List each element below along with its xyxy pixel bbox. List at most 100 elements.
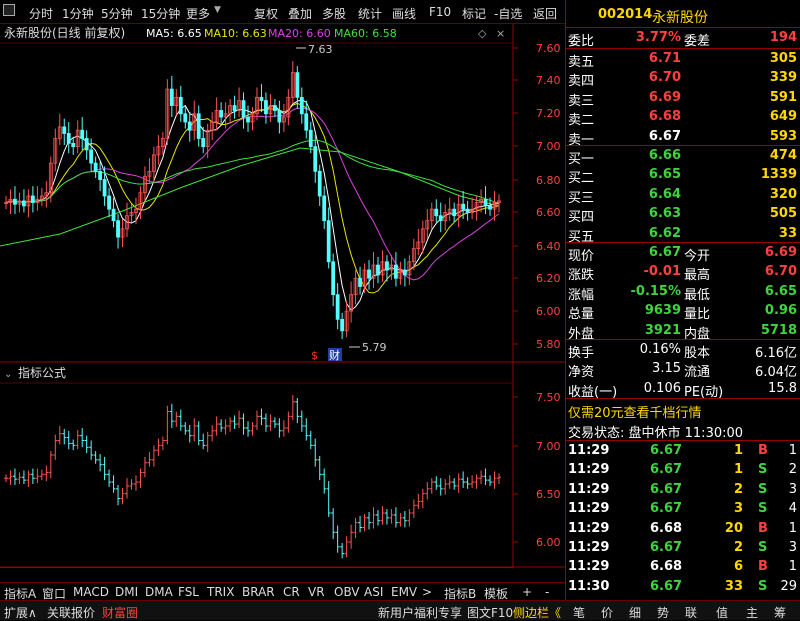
candle-body xyxy=(394,264,398,279)
candle-body xyxy=(169,88,174,106)
tab-dma[interactable]: DMA xyxy=(145,585,173,599)
tick-side: S xyxy=(758,540,768,555)
tick-time: 11:30 xyxy=(568,578,610,594)
toolbar-item[interactable]: 标记 xyxy=(462,5,486,22)
tab-emv[interactable]: EMV xyxy=(391,585,417,599)
tick-volume: 2 xyxy=(733,540,743,555)
tick-price: 6.67 xyxy=(650,578,683,594)
related-quote-button[interactable]: 关联报价 xyxy=(47,604,95,621)
event-marker-dollar[interactable]: $ xyxy=(311,349,318,362)
indicator-axis: 7.50 7.00 6.50 6.00 xyxy=(513,391,561,549)
tab-asi[interactable]: ASI xyxy=(364,585,383,599)
toolbar-item-more[interactable]: 更多 xyxy=(186,5,210,22)
low-marker: 5.79 xyxy=(362,341,387,354)
ask-price: 6.68 xyxy=(648,109,681,125)
promo-row[interactable]: 仅需20元查看千档行情 xyxy=(566,401,800,421)
diamond-icon[interactable]: ◇ xyxy=(478,27,487,40)
ma10-label: MA10: 6.63 xyxy=(204,27,267,40)
tick-time: 11:29 xyxy=(568,501,610,517)
toolbar-item[interactable]: 5分钟 xyxy=(101,5,133,22)
toolbar-item[interactable]: 复权 xyxy=(254,5,278,22)
trend-icon[interactable]: 势 xyxy=(657,604,669,621)
toolbar-item[interactable]: 分时 xyxy=(29,5,53,22)
tab-dmi[interactable]: DMI xyxy=(115,585,138,599)
candle-body xyxy=(241,100,246,118)
tab-macd[interactable]: MACD xyxy=(73,585,109,599)
event-marker-report[interactable]: 财 xyxy=(329,348,340,362)
stat-row: 涨跌 -0.01 最高 6.70 xyxy=(566,263,800,284)
tab-cr[interactable]: CR xyxy=(283,585,300,599)
tick-side: S xyxy=(758,501,768,517)
detail-icon[interactable]: 细 xyxy=(629,604,641,621)
weicha-value: 194 xyxy=(769,30,797,45)
close-icon[interactable]: × xyxy=(496,27,505,40)
tick-time: 11:29 xyxy=(568,520,610,536)
value-icon[interactable]: 值 xyxy=(716,604,728,621)
stat-value: 15.8 xyxy=(768,380,797,396)
toolbar-item[interactable]: 画线 xyxy=(392,5,416,22)
stock-code: 002014 xyxy=(598,7,653,22)
level2-promo[interactable]: 仅需20元查看千档行情 xyxy=(568,402,702,421)
ask-price: 6.69 xyxy=(648,89,681,105)
tab-obv[interactable]: OBV xyxy=(334,585,360,599)
expand-button[interactable]: 扩展∧ xyxy=(4,604,37,621)
candle-body xyxy=(385,261,389,271)
pen-icon[interactable]: 笔 xyxy=(573,604,585,621)
toolbar-item[interactable]: 1分钟 xyxy=(62,5,94,22)
stat-value: 5718 xyxy=(760,322,797,338)
promo-link[interactable]: 新用户福利专享 xyxy=(378,604,462,621)
quote-header: 002014 永新股份 xyxy=(566,6,800,26)
bid-volume: 320 xyxy=(769,186,797,202)
tab-vr[interactable]: VR xyxy=(308,585,325,599)
checkbox-icon[interactable] xyxy=(3,4,15,16)
trade-status: 交易状态: 盘中休市 11:30:00 xyxy=(568,426,744,441)
kline-chart[interactable]: 7.60 7.40 7.20 7.00 6.80 6.60 6.40 6.20 6.00 5.80… xyxy=(0,24,565,568)
toolbar-item[interactable]: F10 xyxy=(429,5,451,19)
stat-row: 外盘 3921 内盘 5718 xyxy=(566,322,800,342)
main-icon[interactable]: 主 xyxy=(746,604,758,621)
toolbar-item[interactable]: 返回 xyxy=(533,5,557,22)
toolbar-item[interactable]: 15分钟 xyxy=(141,5,180,22)
bid-label: 买三 xyxy=(568,190,595,206)
toolbar-item[interactable]: 叠加 xyxy=(288,5,312,22)
toolbar-item[interactable]: 多股 xyxy=(322,5,346,22)
tab-trix[interactable]: TRIX xyxy=(207,585,234,599)
more-arrow-icon[interactable]: ▼ xyxy=(214,5,221,15)
zoom-in-button[interactable]: + xyxy=(522,585,532,599)
toolbar-item[interactable]: 统计 xyxy=(358,5,382,22)
price-tick: 6.60 xyxy=(536,206,561,219)
ma10-line xyxy=(5,102,500,294)
link-icon[interactable]: 联 xyxy=(685,604,697,621)
price-tick: 7.20 xyxy=(536,107,561,120)
wealth-circle-button[interactable]: 财富圈 xyxy=(102,604,138,621)
sidebar-toggle[interactable]: 侧边栏《 xyxy=(513,604,561,621)
ask-row: 卖三 6.69 591 xyxy=(566,89,800,109)
tick-volume: 6 xyxy=(733,559,743,575)
candle-body xyxy=(259,96,264,102)
collapse-icon[interactable]: ⌄ xyxy=(4,369,12,380)
weicha-label: 委差 xyxy=(684,34,711,49)
price-icon[interactable]: 价 xyxy=(601,604,613,621)
ask-label: 卖五 xyxy=(568,55,595,70)
ask-price: 6.67 xyxy=(648,128,681,144)
tab-brar[interactable]: BRAR xyxy=(242,585,275,599)
stat-label: 流通 xyxy=(684,365,711,381)
price-tick: 6.20 xyxy=(536,272,561,285)
candle-body xyxy=(299,96,304,115)
zoom-out-button[interactable]: - xyxy=(545,585,549,599)
price-tick: 6.00 xyxy=(536,305,561,318)
stat-label: 量比 xyxy=(684,307,711,323)
stat-value: -0.01 xyxy=(643,264,681,280)
indicator-title[interactable]: 指标公式 xyxy=(18,365,66,380)
f10-button[interactable]: 图文F10 xyxy=(467,604,513,621)
chips-icon[interactable]: 筹 xyxy=(774,604,786,621)
stat-row: 现价 6.67 今开 6.69 xyxy=(566,244,800,264)
tab-next[interactable]: > xyxy=(422,585,432,599)
stat-label: 涨跌 xyxy=(568,268,595,284)
candle-body xyxy=(483,198,488,207)
chart-toolbar: 分时 1分钟 5分钟 15分钟 更多 ▼ 复权 叠加 多股 统计 画线 F10 … xyxy=(0,0,565,24)
stat-value: -0.15% xyxy=(630,283,682,299)
stat-value: 3.15 xyxy=(652,361,681,377)
tab-fsl[interactable]: FSL xyxy=(178,585,199,599)
toolbar-item[interactable]: -自选 xyxy=(494,5,522,22)
